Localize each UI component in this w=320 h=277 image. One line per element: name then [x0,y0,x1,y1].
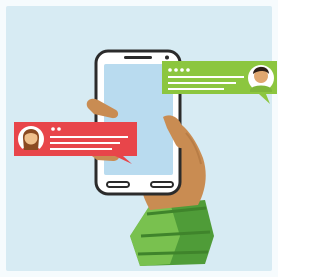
bubble-red-text-line [50,136,128,138]
bubble-green-dot [168,68,172,72]
phone-camera [165,55,169,60]
bubble-red-dot [51,127,55,131]
phone-button-left [106,181,130,188]
phone-speaker [124,56,152,59]
bubble-green-dot [174,68,178,72]
bubble-red-text-line [50,142,120,144]
bubble-green-dot [180,68,184,72]
bubble-green-text-line [168,76,244,78]
bubble-green-dot [186,68,190,72]
bubble-red-dot [57,127,61,131]
bubble-red-text-line [50,148,112,150]
chat-illustration [0,0,278,277]
bubble-green-text-line [168,82,236,84]
phone-button-right [150,181,174,188]
man-avatar-icon [248,65,274,92]
bubble-green-text-line [168,88,224,90]
